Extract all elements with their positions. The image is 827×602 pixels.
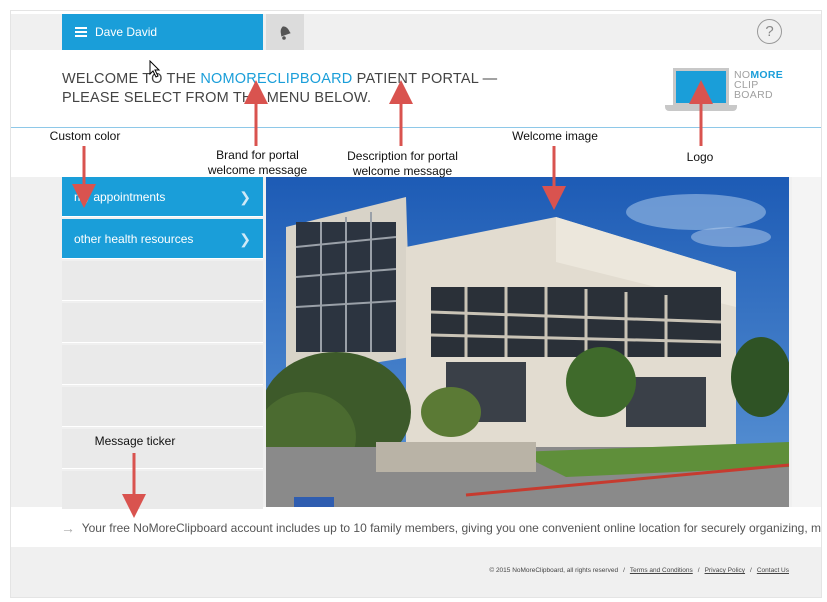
privacy-link[interactable]: Privacy Policy <box>705 567 745 574</box>
help-button[interactable]: ? <box>757 19 782 44</box>
welcome-line2: PLEASE SELECT FROM THE MENU BELOW. <box>62 90 372 106</box>
mouse-cursor-icon <box>149 60 161 78</box>
message-ticker: → Your free NoMoreClipboard account incl… <box>11 509 821 547</box>
header-divider <box>11 127 821 128</box>
chevron-right-icon: ❯ <box>239 231 251 247</box>
annotation-description: Description for portal welcome message <box>347 149 458 178</box>
menu-item-appointments[interactable]: my appointments ❯ <box>62 177 263 217</box>
building-photo <box>266 177 789 507</box>
side-menu: my appointments ❯ other health resources… <box>62 177 263 513</box>
annotation-logo: Logo <box>686 150 714 164</box>
ticker-message: Your free NoMoreClipboard account includ… <box>81 521 821 535</box>
logo-text: NOMORE CLIP BOARD <box>734 69 784 101</box>
user-menu-button[interactable]: Dave David <box>62 14 263 50</box>
notifications-button[interactable] <box>266 14 304 50</box>
bell-icon <box>280 26 291 40</box>
welcome-prefix: WELCOME TO THE <box>62 71 201 87</box>
footer: © 2015 NoMoreClipboard, all rights reser… <box>11 547 821 597</box>
menu-item-label: my appointments <box>74 189 166 204</box>
chevron-right-icon: ❯ <box>239 189 251 205</box>
annotation-welcome-image: Welcome image <box>512 129 598 143</box>
annotation-custom-color: Custom color <box>49 129 121 143</box>
welcome-brand: NOMORECLIPBOARD <box>200 71 353 87</box>
welcome-image <box>266 177 789 507</box>
menu-item-label: other health resources <box>74 231 194 246</box>
user-name: Dave David <box>95 25 158 39</box>
welcome-suffix: PATIENT PORTAL — <box>352 71 498 87</box>
copyright-text: © 2015 NoMoreClipboard, all rights reser… <box>489 567 619 574</box>
menu-placeholder <box>62 303 263 343</box>
help-icon: ? <box>765 23 774 40</box>
menu-placeholder <box>62 261 263 301</box>
contact-link[interactable]: Contact Us <box>757 567 789 574</box>
welcome-message: WELCOME TO THE NOMORECLIPBOARD PATIENT P… <box>62 70 502 108</box>
logo-monitor-icon <box>673 68 729 106</box>
menu-placeholder <box>62 345 263 385</box>
right-margin-panel <box>792 177 821 507</box>
menu-placeholder <box>62 387 263 427</box>
menu-item-health-resources[interactable]: other health resources ❯ <box>62 219 263 259</box>
menu-placeholder <box>62 471 263 511</box>
portal-screenshot: Dave David ? WELCOME TO THE NOMORECLIPBO… <box>0 0 827 602</box>
hamburger-icon <box>75 25 87 39</box>
annotation-brand: Brand for portal welcome message <box>207 148 308 177</box>
terms-link[interactable]: Terms and Conditions <box>630 567 693 574</box>
logo: NOMORE CLIP BOARD <box>665 63 790 113</box>
annotation-message-ticker: Message ticker <box>94 434 176 448</box>
